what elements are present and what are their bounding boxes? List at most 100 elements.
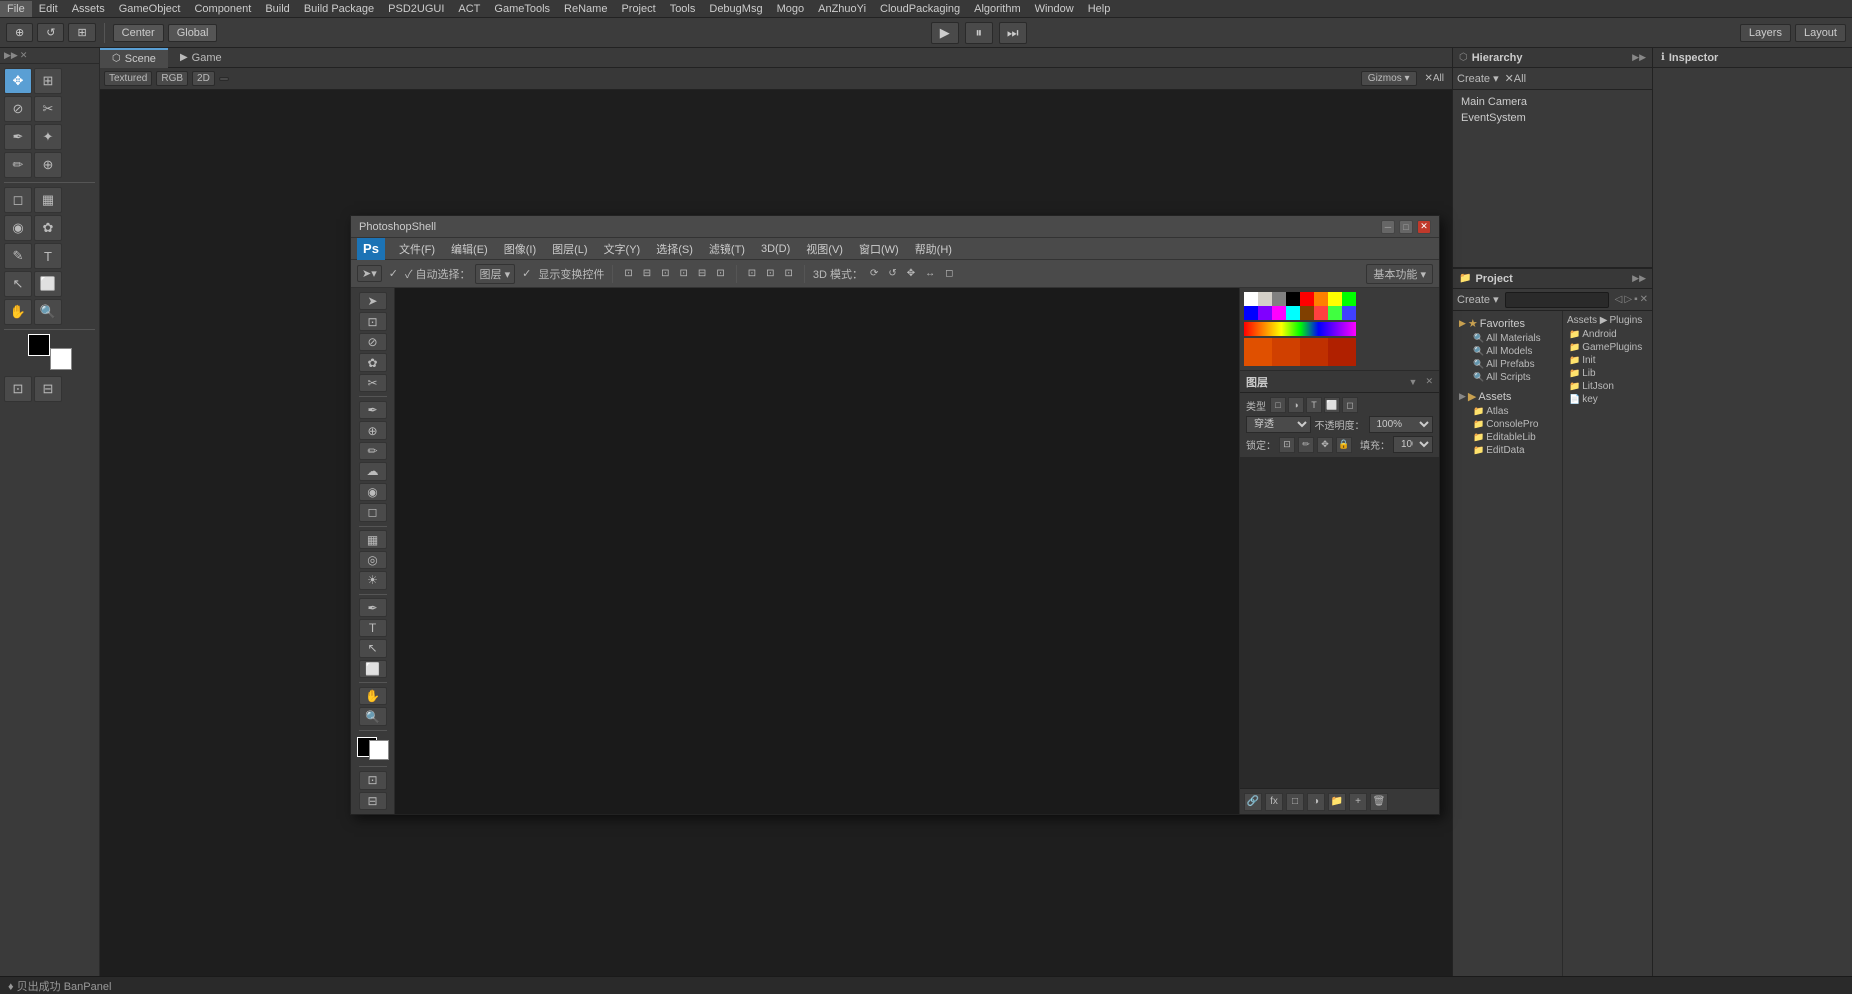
ps-layer-link-btn[interactable]: 🔗 <box>1244 793 1262 811</box>
ps-lock-gradient[interactable]: ✏ <box>1298 437 1314 453</box>
fav-all-prefabs[interactable]: 🔍 All Prefabs <box>1471 358 1558 371</box>
ps-tool-shape-ps[interactable]: ⬜ <box>359 660 387 678</box>
ps-layers-collapse[interactable]: ✕ <box>1425 376 1433 387</box>
swatch-reddishorange[interactable] <box>1272 338 1300 366</box>
asset-editdata[interactable]: 📁 EditData <box>1471 444 1558 457</box>
file-litjson[interactable]: 📁 LitJson <box>1567 380 1648 393</box>
ps-tool-lasso[interactable]: ⊘ <box>359 333 387 351</box>
ps-tool-eraser-ps[interactable]: ◻ <box>359 503 387 521</box>
toolbar-center-btn[interactable]: Center <box>113 24 164 42</box>
menu-edit[interactable]: Edit <box>32 1 65 17</box>
scene-tool-textured[interactable]: Textured <box>104 71 152 86</box>
menu-assets[interactable]: Assets <box>65 1 112 17</box>
ps-tool-eyedropper[interactable]: ✒ <box>359 401 387 419</box>
ps-tool-hand-ps[interactable]: ✋ <box>359 687 387 705</box>
ps-layer-folder-btn[interactable]: 📁 <box>1328 793 1346 811</box>
ps-align-center-h[interactable]: ⊟ <box>640 267 654 280</box>
tool-dodge[interactable]: ✿ <box>34 215 62 241</box>
favorites-arrow[interactable]: ▶ <box>1459 318 1466 329</box>
ps-dist-h[interactable]: ⊡ <box>745 267 759 280</box>
ps-move-tool-btn[interactable]: ➤▾ <box>357 265 382 282</box>
ps-3d-icon4[interactable]: ↔ <box>922 267 938 280</box>
proj-icon2[interactable]: ▷ <box>1624 294 1632 305</box>
tool-extra2[interactable]: ⊟ <box>34 376 62 402</box>
tool-hand[interactable]: ✋ <box>4 299 32 325</box>
ps-layer-fx-btn[interactable]: fx <box>1265 793 1283 811</box>
ps-color-spectrum[interactable] <box>1244 322 1356 336</box>
menu-debugmsg[interactable]: DebugMsg <box>702 1 769 17</box>
swatch-lightgray[interactable] <box>1258 292 1272 306</box>
asset-consolepro[interactable]: 📁 ConsolePro <box>1471 418 1558 431</box>
file-lib[interactable]: 📁 Lib <box>1567 367 1648 380</box>
fav-all-models[interactable]: 🔍 All Models <box>1471 345 1558 358</box>
scene-tool-rgb[interactable]: RGB <box>156 71 188 86</box>
ps-tool-heal[interactable]: ⊕ <box>359 421 387 439</box>
ps-3d-icon5[interactable]: ◻ <box>942 267 956 280</box>
toolbar-global-btn[interactable]: Global <box>168 24 218 42</box>
background-color[interactable] <box>50 348 72 370</box>
menu-act[interactable]: ACT <box>451 1 487 17</box>
scene-all[interactable]: ✕All <box>1421 72 1449 85</box>
project-create-btn[interactable]: Create ▾ <box>1457 293 1499 306</box>
ps-maximize-btn[interactable]: □ <box>1399 220 1413 234</box>
toolbar-pivot-btn[interactable]: ⊕ <box>6 23 33 42</box>
ps-fg-bg-area[interactable] <box>357 737 389 761</box>
ps-basic-function-btn[interactable]: 基本功能 ▾ <box>1366 264 1433 284</box>
ps-tool-type-ps[interactable]: T <box>359 619 387 637</box>
ps-tool-dodge-ps[interactable]: ☀ <box>359 571 387 589</box>
step-button[interactable]: ⏭ <box>999 22 1027 44</box>
tool-path[interactable]: ✎ <box>4 243 32 269</box>
ps-menu-text[interactable]: 文字(Y) <box>596 239 649 259</box>
menu-cloudpackaging[interactable]: CloudPackaging <box>873 1 967 17</box>
ps-3d-icon3[interactable]: ✥ <box>904 267 918 280</box>
swatch-lightblue[interactable] <box>1342 306 1356 320</box>
file-gameplugins[interactable]: 📁 GamePlugins <box>1567 341 1648 354</box>
menu-build[interactable]: Build <box>258 1 296 17</box>
ps-menu-file[interactable]: 文件(F) <box>391 239 443 259</box>
swatch-orange[interactable] <box>1314 292 1328 306</box>
ps-blend-mode-select[interactable]: 穿透 <box>1246 416 1311 433</box>
proj-icon1[interactable]: ◁ <box>1615 294 1623 305</box>
swatch-green[interactable] <box>1342 292 1356 306</box>
foreground-color[interactable] <box>28 334 50 356</box>
tool-gradient[interactable]: ▦ <box>34 187 62 213</box>
proj-icon4[interactable]: ✕ <box>1640 294 1648 305</box>
asset-atlas[interactable]: 📁 Atlas <box>1471 405 1558 418</box>
ps-minimize-btn[interactable]: ─ <box>1381 220 1395 234</box>
ps-tool-extra1[interactable]: ⊡ <box>359 771 387 789</box>
proj-icon3[interactable]: ▪ <box>1634 294 1638 305</box>
hierarchy-all-btn[interactable]: ✕All <box>1505 72 1526 85</box>
ps-tool-histbrush[interactable]: ◉ <box>359 483 387 501</box>
ps-layer-adjust-btn[interactable]: ◑ <box>1307 793 1325 811</box>
menu-build-package[interactable]: Build Package <box>297 1 381 17</box>
ps-tool-pen-ps[interactable]: ✒ <box>359 598 387 616</box>
ps-align-right[interactable]: ⊡ <box>658 267 672 280</box>
ps-tool-brush-ps[interactable]: ✏ <box>359 442 387 460</box>
ps-lock-all[interactable]: 🔒 <box>1336 437 1352 453</box>
ps-background-swatch[interactable] <box>369 740 389 760</box>
ps-dist-v[interactable]: ⊡ <box>763 267 777 280</box>
ps-menu-window[interactable]: 窗口(W) <box>851 239 907 259</box>
ps-tool-zoom-ps[interactable]: 🔍 <box>359 707 387 725</box>
swatch-magenta[interactable] <box>1272 306 1286 320</box>
menu-tools[interactable]: Tools <box>663 1 703 17</box>
swatch-vdarkred[interactable] <box>1328 338 1356 366</box>
pause-button[interactable]: ⏸ <box>965 22 993 44</box>
toolbar-scale-btn[interactable]: ⊞ <box>68 23 95 42</box>
scene-tool-2d[interactable]: 2D <box>192 71 215 86</box>
swatch-yellow[interactable] <box>1328 292 1342 306</box>
ps-opacity-select[interactable]: 100% <box>1369 416 1434 433</box>
ps-align-top[interactable]: ⊡ <box>677 267 691 280</box>
swatch-darkorange[interactable] <box>1244 338 1272 366</box>
ps-kind-smart[interactable]: ◻ <box>1342 397 1358 413</box>
play-button[interactable]: ▶ <box>931 22 959 44</box>
ps-3d-icon1[interactable]: ⟳ <box>867 267 881 280</box>
file-init[interactable]: 📁 Init <box>1567 354 1648 367</box>
swatch-lightgreen[interactable] <box>1328 306 1342 320</box>
ps-kind-shape[interactable]: ⬜ <box>1324 397 1340 413</box>
menu-window[interactable]: Window <box>1028 1 1081 17</box>
ps-close-btn[interactable]: ✕ <box>1417 220 1431 234</box>
ps-menu-filter[interactable]: 滤镜(T) <box>701 239 753 259</box>
swatch-purple[interactable] <box>1258 306 1272 320</box>
ps-kind-adjustment[interactable]: ◑ <box>1288 397 1304 413</box>
